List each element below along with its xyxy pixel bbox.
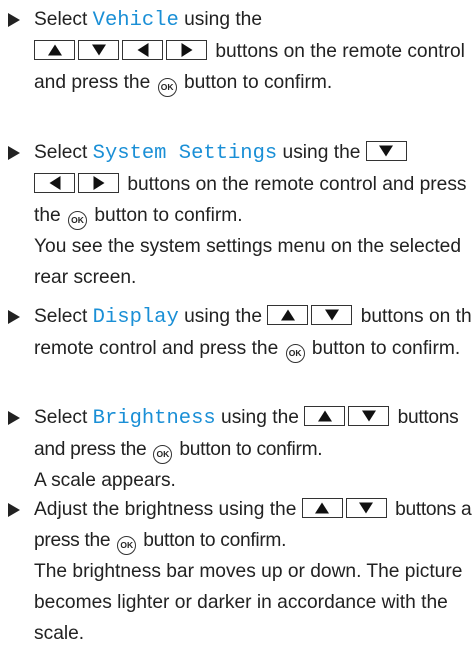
step-3: Select Display using the buttons on the …: [6, 301, 472, 364]
step-text: button to confirm.: [306, 338, 461, 359]
step-1: Select Vehicle using the buttons on the …: [6, 4, 472, 98]
step-4: Select Brightness using the buttons and …: [6, 402, 472, 496]
down-arrow-key-icon: [365, 141, 407, 161]
step-text: using the: [215, 407, 299, 428]
bullet-arrow-icon: [8, 301, 24, 332]
down-arrow-key-icon: [348, 406, 390, 426]
menu-item-display: Display: [92, 306, 179, 329]
down-arrow-key-icon: [78, 40, 119, 60]
bullet-arrow-icon: [8, 137, 24, 168]
step-note: The brightness bar moves up or down. The…: [34, 561, 463, 644]
step-text: button to confirm.: [174, 439, 323, 460]
step-note: A scale appears.: [34, 470, 176, 491]
bullet-arrow-icon: [8, 494, 24, 525]
ok-button-icon: OK: [285, 344, 305, 363]
step-text: using the: [277, 142, 361, 163]
right-arrow-key-icon: [78, 173, 119, 193]
right-arrow-key-icon: [166, 40, 207, 60]
up-arrow-key-icon: [301, 498, 343, 518]
step-text: using the: [178, 306, 263, 327]
step-text: button to confirm.: [89, 205, 243, 226]
ok-button-icon: OK: [157, 78, 177, 97]
down-arrow-key-icon: [345, 498, 387, 518]
step-text: Select: [34, 9, 93, 30]
up-arrow-key-icon: [34, 40, 75, 60]
step-text: button to confirm.: [178, 72, 333, 93]
step-text: Adjust the brightness using the: [34, 499, 297, 520]
step-text: Select: [34, 142, 93, 163]
left-arrow-key-icon: [34, 173, 75, 193]
menu-item-system-settings: System Settings: [92, 142, 278, 165]
step-note: You see the system settings menu on the …: [34, 236, 462, 288]
bullet-arrow-icon: [8, 402, 24, 433]
step-5: Adjust the brightness using the buttons …: [6, 494, 472, 649]
up-arrow-key-icon: [304, 406, 346, 426]
step-text: using the: [178, 9, 263, 30]
up-arrow-key-icon: [267, 305, 309, 325]
step-2: Select System Settings using the buttons…: [6, 137, 472, 293]
left-arrow-key-icon: [122, 40, 163, 60]
step-text: Select: [34, 407, 93, 428]
menu-item-brightness: Brightness: [92, 407, 216, 430]
down-arrow-key-icon: [311, 305, 353, 325]
ok-button-icon: OK: [153, 445, 173, 464]
bullet-arrow-icon: [8, 4, 24, 35]
step-text: Select: [34, 306, 93, 327]
ok-button-icon: OK: [68, 211, 88, 230]
ok-button-icon: OK: [117, 536, 137, 555]
menu-item-vehicle: Vehicle: [92, 9, 179, 32]
step-text: button to confirm.: [138, 530, 287, 551]
